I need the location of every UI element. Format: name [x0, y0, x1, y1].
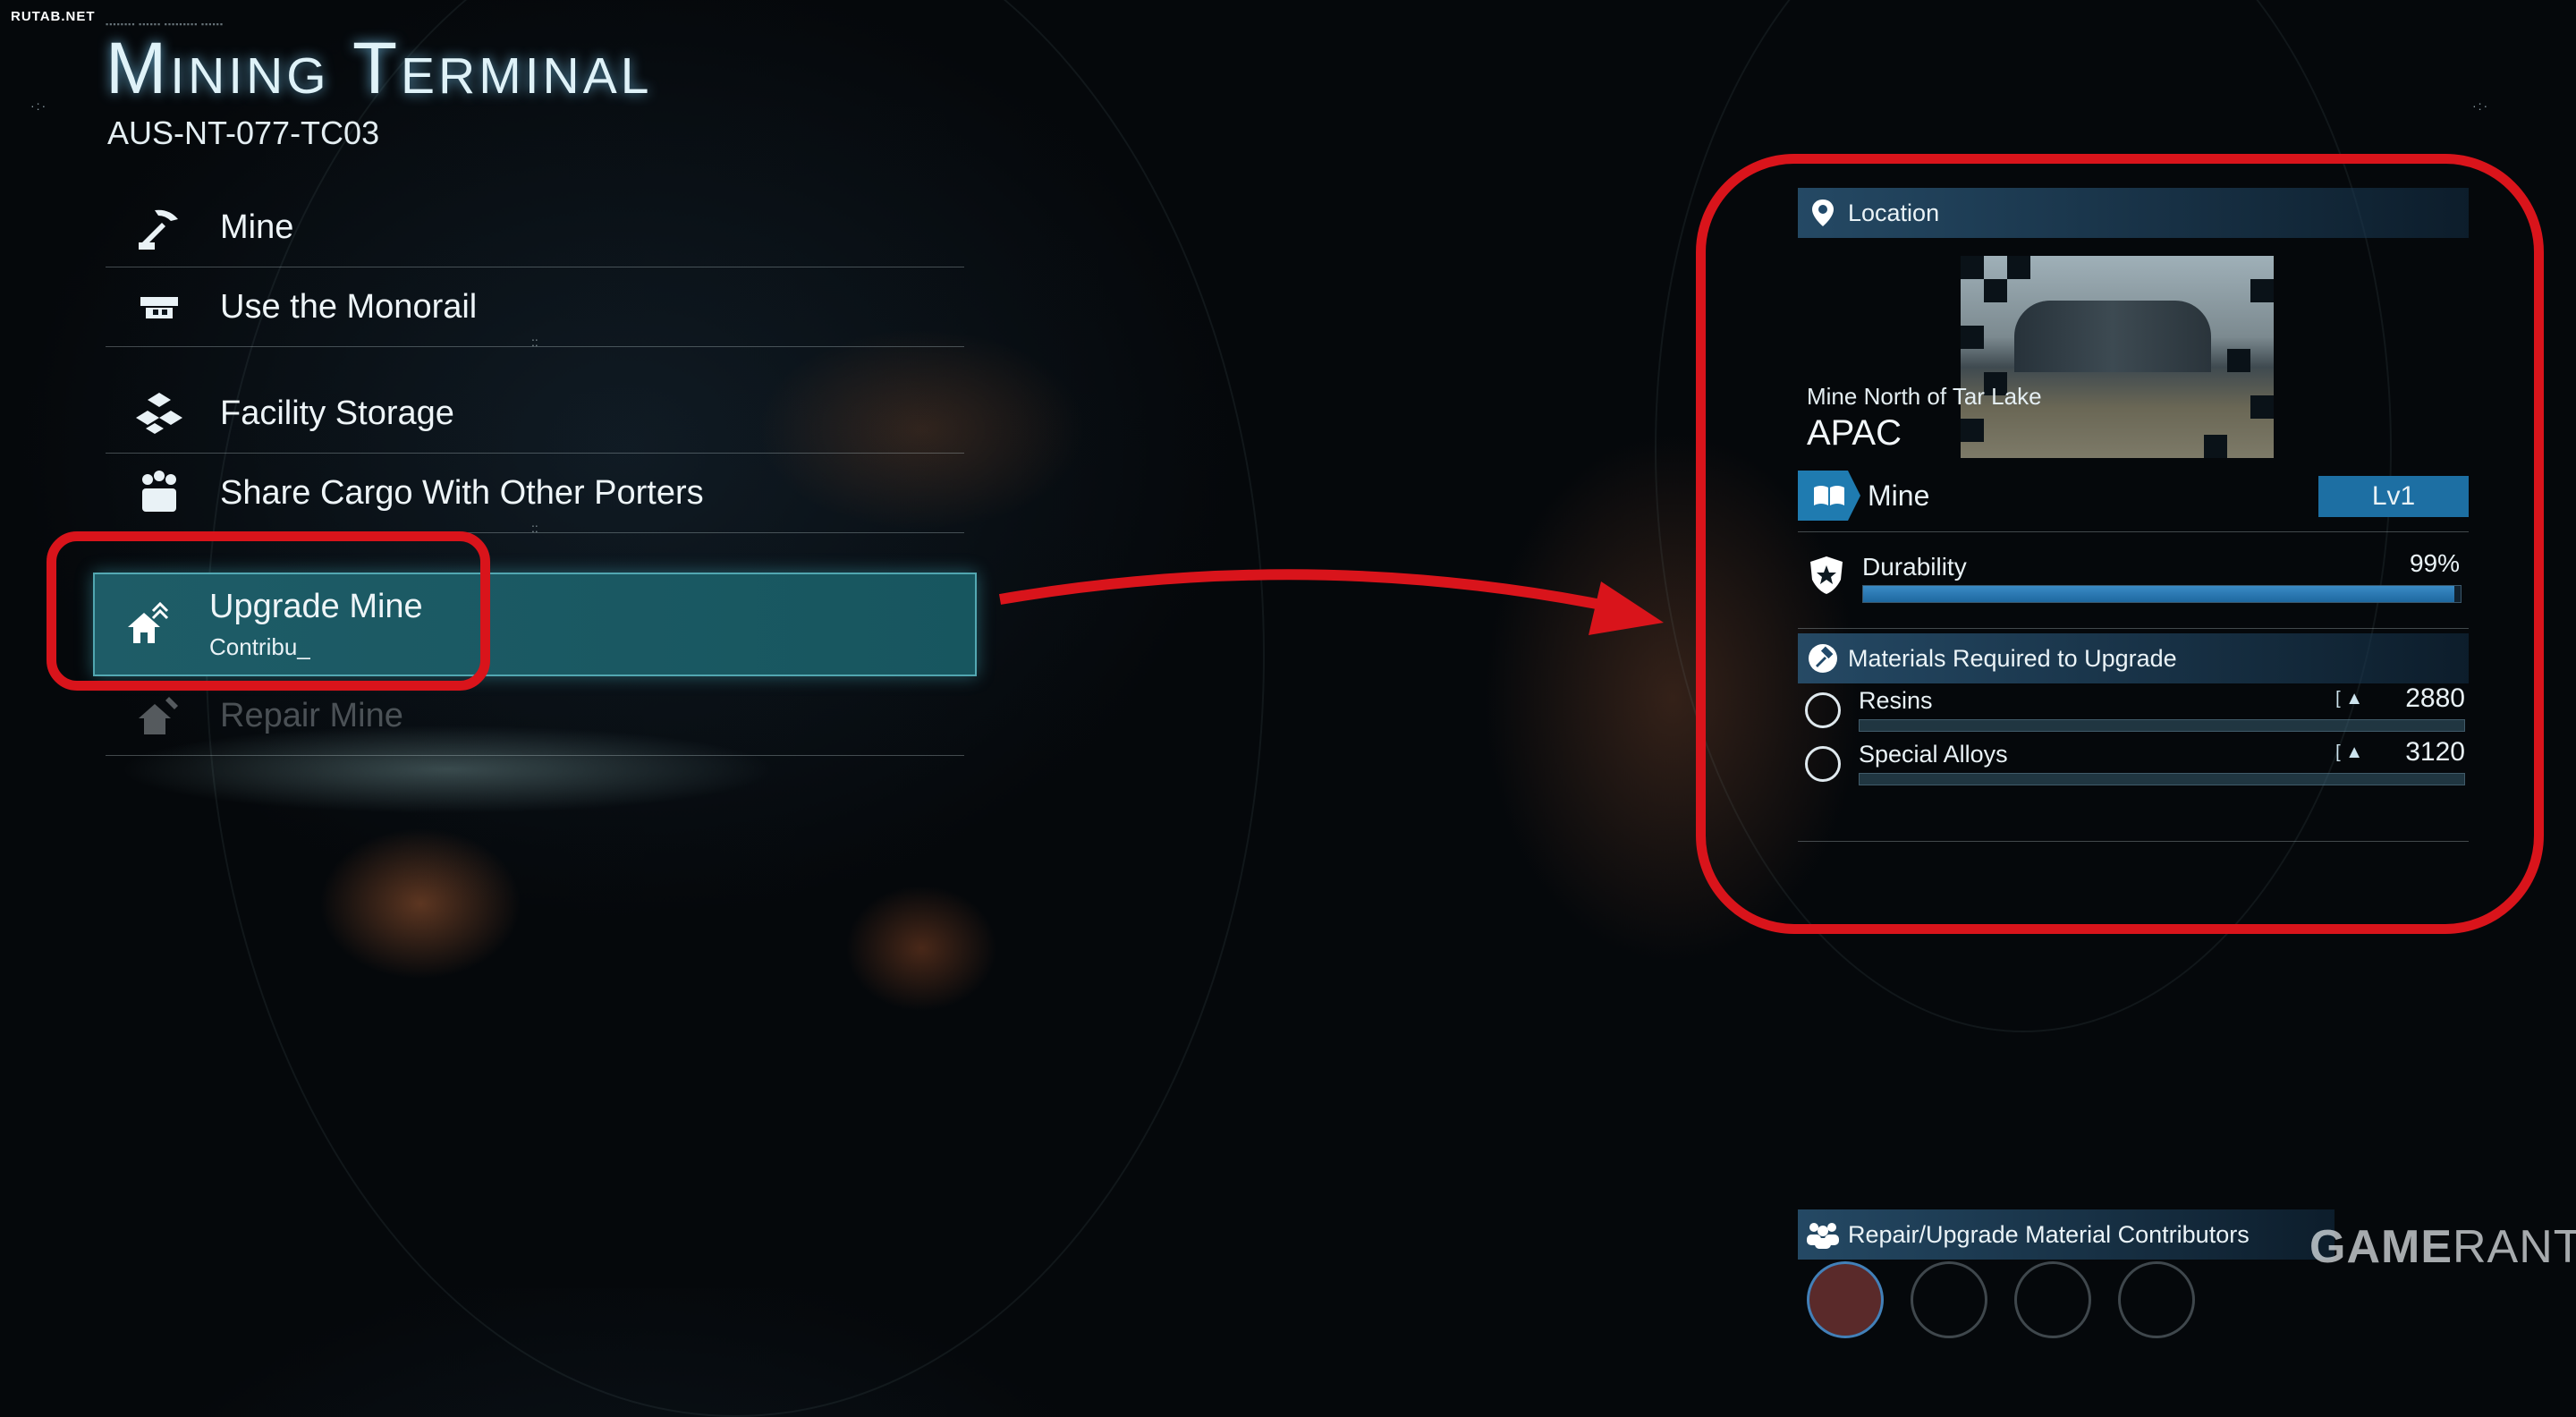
divider	[1798, 628, 2469, 629]
logo-game: GAME	[2309, 1221, 2453, 1273]
repair-house-icon	[132, 689, 186, 742]
glitch-block	[2204, 435, 2227, 458]
menu-item-label: Share Cargo With Other Porters	[220, 473, 704, 512]
contributor-avatars	[1807, 1261, 2195, 1338]
facility-level-row: Mine Lv1	[1798, 471, 2469, 521]
facility-type: Mine	[1868, 479, 1930, 512]
page-title: Mining Terminal	[106, 28, 653, 109]
corner-mark-right: ·:·	[2472, 98, 2490, 113]
menu-item-mine[interactable]: Mine	[106, 188, 964, 267]
materials-header: Materials Required to Upgrade	[1798, 633, 2469, 683]
avatar[interactable]	[2118, 1261, 2195, 1338]
durability-bar	[1862, 585, 2462, 603]
resins-icon	[1805, 692, 1841, 728]
contributors-header-label: Repair/Upgrade Material Contributors	[1848, 1220, 2250, 1248]
pickaxe-icon	[132, 200, 186, 254]
location-header-label: Location	[1848, 199, 1940, 226]
avatar[interactable]	[2014, 1261, 2091, 1338]
glitch-block	[2250, 279, 2274, 302]
material-name: Special Alloys	[1859, 741, 2008, 768]
material-name: Resins	[1859, 687, 1933, 714]
location-preview-image	[1961, 256, 2274, 458]
avatar[interactable]	[1807, 1261, 1884, 1338]
logo-rant: RANT	[2453, 1221, 2576, 1273]
material-bracket: [ ▲	[2335, 742, 2363, 762]
location-region: APAC	[1807, 413, 1902, 453]
gamerant-logo: GAMERANT	[2309, 1220, 2576, 1274]
divider	[1798, 841, 2469, 842]
material-progress-bar	[1859, 773, 2465, 785]
menu-item-label: Facility Storage	[220, 394, 454, 432]
durability-bar-fill	[1863, 586, 2455, 602]
glitch-block	[1961, 326, 1984, 349]
material-progress-bar	[1859, 719, 2465, 732]
menu-item-label: Mine	[220, 208, 294, 246]
hammer-icon	[1798, 643, 1848, 674]
menu-divider: ::	[531, 335, 538, 349]
book-icon	[1798, 471, 1860, 521]
location-pin-icon	[1798, 198, 1848, 228]
glitch-block	[2250, 395, 2274, 419]
contributors-header: Repair/Upgrade Material Contributors	[1798, 1209, 2334, 1260]
menu-item-label: Repair Mine	[220, 696, 403, 734]
facility-level: Lv1	[2318, 476, 2469, 517]
durability-value: 99%	[2409, 549, 2460, 577]
glitch-block	[2007, 256, 2030, 279]
glitch-block	[1961, 419, 1984, 442]
material-amount: 2880	[2405, 683, 2465, 713]
monorail-icon	[132, 280, 186, 334]
divider	[1798, 531, 2469, 532]
annotation-arrow	[998, 569, 1664, 635]
special-alloys-icon	[1805, 746, 1841, 782]
menu-item-facility-storage[interactable]: Facility Storage	[106, 374, 964, 454]
durability-shield-icon	[1809, 555, 1844, 600]
location-header: Location	[1798, 188, 2469, 238]
storage-icon	[132, 386, 186, 440]
material-amount: 3120	[2405, 737, 2465, 767]
location-name: Mine North of Tar Lake	[1807, 383, 2042, 410]
share-cargo-icon	[132, 466, 186, 520]
annotation-highlight-left	[47, 531, 490, 691]
menu-item-label: Use the Monorail	[220, 287, 478, 326]
avatar[interactable]	[1911, 1261, 1987, 1338]
building-shape	[2014, 301, 2211, 372]
glitch-block	[1961, 256, 1984, 279]
glitch-block	[1984, 279, 2007, 302]
facility-info-panel: Location Mine North of Tar Lake APAC Min…	[1798, 188, 2469, 842]
durability-row: Durability 99%	[1798, 546, 2469, 617]
corner-mark-left: ·:·	[30, 98, 48, 113]
glitch-block	[2227, 349, 2250, 372]
watermark: RUTAB.NET	[11, 9, 96, 24]
terminal-id: AUS-NT-077-TC03	[107, 115, 380, 151]
people-icon	[1798, 1220, 1848, 1249]
material-row-special-alloys: Special Alloys [ ▲ 3120	[1798, 737, 2469, 793]
materials-header-label: Materials Required to Upgrade	[1848, 644, 2177, 672]
material-row-resins: Resins [ ▲ 2880	[1798, 683, 2469, 739]
durability-label: Durability	[1862, 553, 1967, 581]
material-bracket: [ ▲	[2335, 689, 2363, 708]
